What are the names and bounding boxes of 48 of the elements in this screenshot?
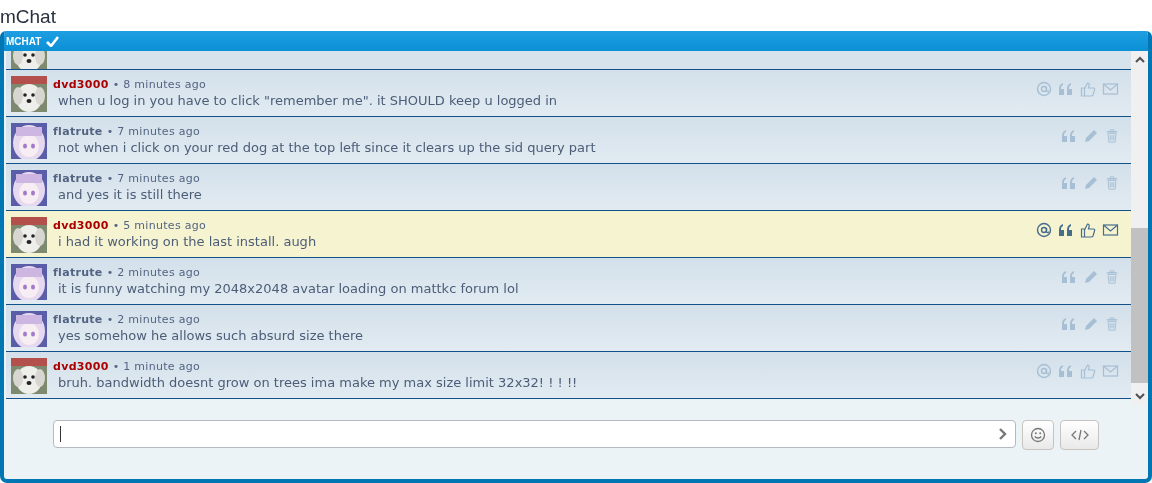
trash-icon[interactable]: [1105, 175, 1119, 191]
pencil-icon[interactable]: [1083, 128, 1099, 144]
checkmark-icon: [46, 35, 60, 47]
username-link[interactable]: dvd3000: [53, 360, 109, 373]
username-link[interactable]: dvd3000: [53, 219, 109, 232]
thumbs-up-icon[interactable]: [1080, 222, 1096, 238]
username-link[interactable]: flatrute: [53, 313, 103, 326]
mention-icon[interactable]: [1036, 222, 1052, 238]
message-text: when u log in you have to click "remember me". it SHOULD keep u logged in: [58, 93, 559, 108]
username-link[interactable]: flatrute: [53, 172, 103, 185]
pencil-icon[interactable]: [1083, 316, 1099, 332]
envelope-icon[interactable]: [1102, 222, 1119, 238]
scroll-up-icon[interactable]: [1134, 56, 1145, 63]
code-icon: [1070, 429, 1089, 441]
scrollbar-thumb[interactable]: [1131, 228, 1148, 383]
trash-icon[interactable]: [1105, 269, 1119, 285]
smiley-icon: [1030, 427, 1046, 443]
pencil-icon[interactable]: [1083, 269, 1099, 285]
message-text: and yes it is still there: [58, 187, 203, 202]
timestamp: • 7 minutes ago: [106, 125, 201, 138]
scrollbar[interactable]: [1131, 51, 1148, 405]
timestamp: • 2 minutes ago: [106, 266, 201, 279]
message-text: bruh. bandwidth doesnt grow on trees ima make my max size limit 32x32! ! ! !!: [58, 375, 579, 390]
timestamp: • 2 minutes ago: [106, 313, 201, 326]
quote-icon[interactable]: [1058, 222, 1074, 238]
message-text: i had it working on the last install. augh: [58, 234, 318, 249]
timestamp: • 7 minutes ago: [106, 172, 201, 185]
timestamp: • 1 minute ago: [112, 360, 201, 373]
timestamp: • 8 minutes ago: [112, 78, 207, 91]
thumbs-up-icon[interactable]: [1080, 81, 1096, 97]
pencil-icon[interactable]: [1083, 175, 1099, 191]
message-text: not when i click on your red dog at the top left since it clears up the sid query part: [58, 140, 597, 155]
panel-title: MCHAT: [6, 35, 42, 47]
send-icon[interactable]: [998, 428, 1007, 440]
message-input[interactable]: [53, 420, 1016, 448]
page-title: mChat: [0, 5, 57, 29]
thumbs-up-icon[interactable]: [1080, 363, 1096, 379]
timestamp: • 5 minutes ago: [112, 219, 207, 232]
username-link[interactable]: flatrute: [53, 266, 103, 279]
scroll-down-icon[interactable]: [1134, 393, 1145, 400]
smiley-button[interactable]: [1022, 420, 1054, 450]
message-text: it is funny watching my 2048x2048 avatar loading on mattkc forum lol: [58, 281, 520, 296]
message-text: yes somehow he allows such absurd size there: [58, 328, 364, 343]
username-link[interactable]: dvd3000: [53, 78, 109, 91]
trash-icon[interactable]: [1105, 128, 1119, 144]
trash-icon[interactable]: [1105, 316, 1119, 332]
username-link[interactable]: flatrute: [53, 125, 103, 138]
code-button[interactable]: [1060, 420, 1099, 450]
